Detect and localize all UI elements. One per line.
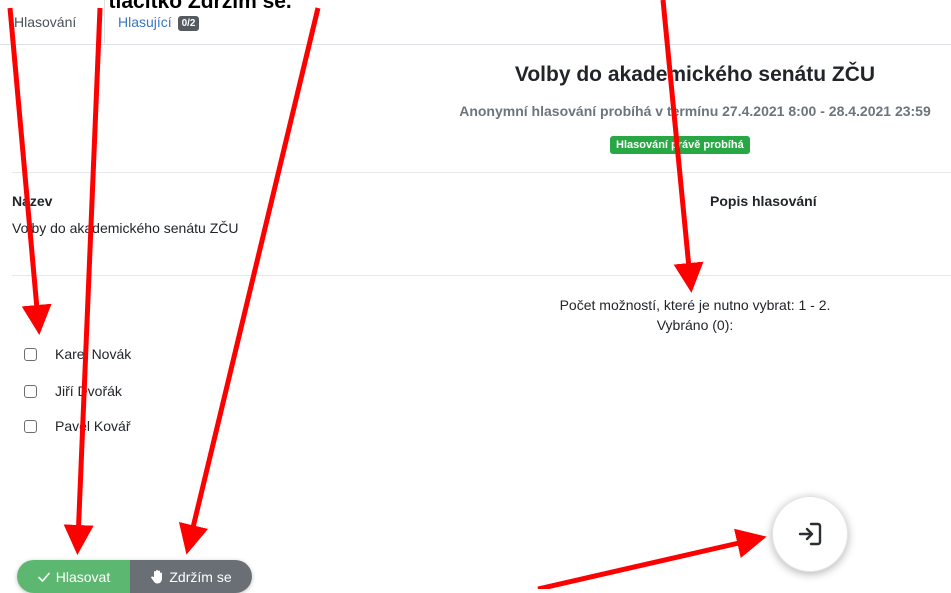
option-label: Jiří Dvořák (55, 383, 122, 399)
name-label: Název (12, 193, 53, 209)
arrow-to-checkboxes (7, 7, 52, 335)
tab-bar: Hlasování Hlasující 0/2 (0, 0, 951, 45)
description-label: Popis hlasování (710, 193, 817, 209)
option-checkbox[interactable] (24, 419, 37, 433)
option-label: Karel Novák (55, 346, 132, 362)
voters-count-badge: 0/2 (177, 16, 200, 31)
vote-button[interactable]: Hlasovat (17, 560, 130, 593)
hand-icon (151, 570, 163, 584)
tab-voting[interactable]: Hlasování (0, 0, 105, 44)
arrow-to-vote-button (63, 7, 103, 555)
tab-voters[interactable]: Hlasující 0/2 (118, 14, 200, 31)
divider (12, 275, 951, 276)
arrow-to-exit-button (537, 528, 767, 589)
arrow-to-abstain-button (178, 7, 321, 555)
selected-count: Vybráno (0): (656, 317, 734, 333)
exit-icon (798, 522, 822, 546)
divider (12, 172, 951, 173)
election-subtitle: Anonymní hlasování probíhá v termínu 27.… (459, 103, 931, 119)
vote-button-label: Hlasovat (55, 568, 111, 585)
option-karel-novak[interactable]: Karel Novák (24, 344, 131, 364)
name-value: Volby do akademického senátu ZČU (12, 220, 239, 236)
option-label: Pavel Kovář (55, 418, 131, 434)
election-title: Volby do akademického senátu ZČU (514, 63, 876, 86)
option-jiri-dvorak[interactable]: Jiří Dvořák (24, 381, 122, 401)
status-badge: Hlasování právě probíhá (610, 136, 750, 154)
option-checkbox[interactable] (24, 347, 37, 361)
abstain-button[interactable]: Zdržím se (130, 560, 252, 593)
exit-button[interactable] (772, 496, 848, 572)
tab-voters-label: Hlasující (118, 14, 172, 30)
abstain-button-label: Zdržím se (169, 568, 232, 585)
vote-button-group: Hlasovat Zdržím se (17, 560, 252, 593)
selection-hint: Počet možností, které je nutno vybrat: 1… (559, 297, 831, 313)
option-checkbox[interactable] (24, 384, 37, 398)
tab-voting-label: Hlasování (14, 14, 77, 30)
option-pavel-kovar[interactable]: Pavel Kovář (24, 416, 130, 436)
check-icon (37, 572, 50, 582)
